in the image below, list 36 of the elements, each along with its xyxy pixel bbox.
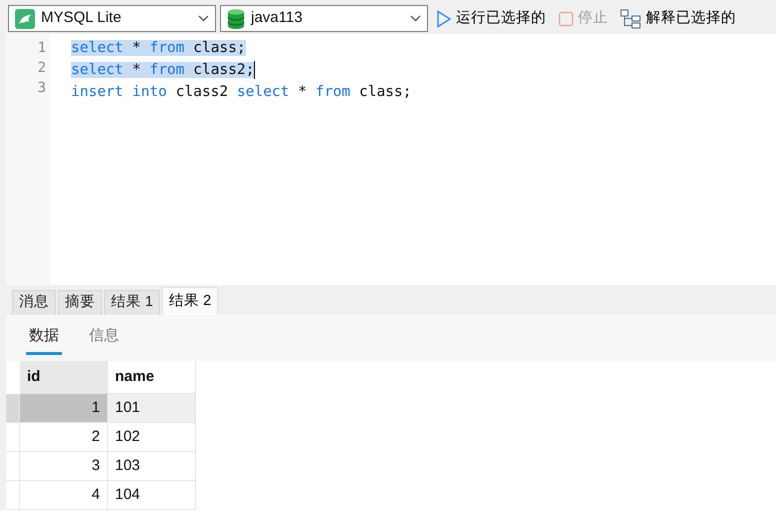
table-cell: 102 [108, 423, 196, 452]
row-header[interactable] [6, 452, 20, 481]
table-cell: 4 [20, 481, 108, 510]
result-tab[interactable]: 结果 2 [162, 287, 218, 315]
result-tab[interactable]: 消息 [12, 290, 56, 315]
line-number: 1 [36, 39, 47, 58]
line-number: 3 [36, 79, 47, 98]
result-tab[interactable]: 结果 1 [104, 290, 160, 315]
stop-icon [558, 10, 574, 26]
dropdown-value: java113 [251, 8, 302, 28]
table-cell: 3 [20, 452, 108, 481]
connection-dropdown[interactable]: MYSQL Lite [8, 5, 216, 32]
row-header[interactable] [6, 423, 20, 452]
tree-icon [620, 8, 642, 28]
database-icon [227, 8, 245, 28]
result-tab[interactable]: 摘要 [58, 290, 102, 315]
caret-icon [198, 15, 209, 22]
table-cell: 104 [108, 481, 196, 510]
table-cell: 103 [108, 452, 196, 481]
caret-icon [410, 15, 421, 22]
dolphin-icon [15, 8, 35, 28]
row-header[interactable] [6, 481, 20, 510]
row-header[interactable] [6, 394, 20, 423]
column-header[interactable]: id [20, 361, 108, 394]
database-dropdown[interactable]: java113 [220, 5, 428, 32]
data-tab[interactable]: 信息 [86, 325, 122, 354]
data-tab[interactable]: 数据 [26, 325, 62, 354]
play-icon [436, 10, 452, 28]
dropdown-value: MYSQL Lite [41, 8, 122, 28]
toolbar-button[interactable]: 解释已选择的 [616, 5, 740, 32]
line-number: 2 [36, 59, 47, 78]
code-line: insert into class2 select * from class; [71, 84, 412, 100]
table-cell: 101 [108, 394, 196, 423]
toolbar-button[interactable]: 运行已选择的 [432, 5, 550, 32]
table-cell: 1 [20, 394, 108, 423]
table-cell: 2 [20, 423, 108, 452]
